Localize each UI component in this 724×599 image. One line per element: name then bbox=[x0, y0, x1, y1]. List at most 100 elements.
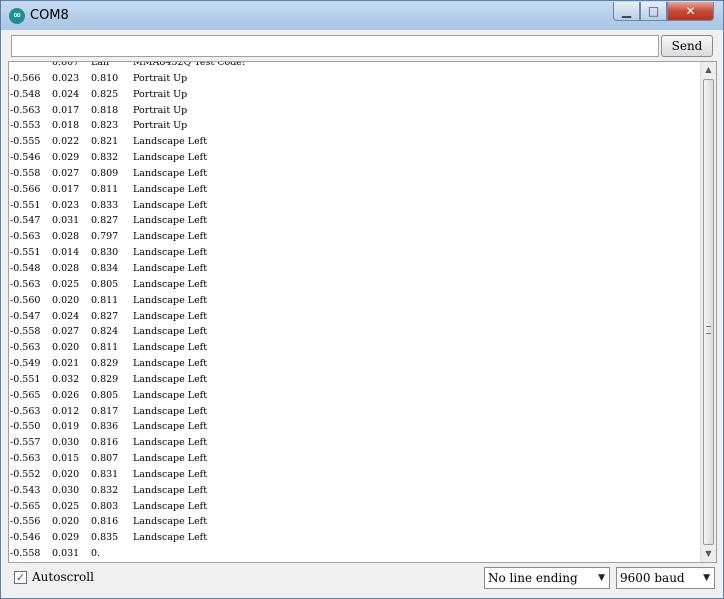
output-cell: -0.543 bbox=[10, 484, 41, 496]
minimize-button[interactable]: ▁ bbox=[613, 2, 640, 21]
output-cell: 0.823 bbox=[91, 120, 119, 132]
serial-output[interactable]: 0.807 Lan MMA8452Q Test Code! -0.566 0.023 0.… bbox=[8, 61, 717, 563]
output-line: -0.558 0.027 0.809 Landscape Left bbox=[10, 166, 700, 182]
output-cell: Landscape Left bbox=[133, 136, 208, 148]
output-cell: Lan bbox=[91, 61, 110, 68]
output-cell: 0.829 bbox=[91, 358, 119, 370]
output-line: -0.543 0.030 0.832 Landscape Left bbox=[10, 483, 700, 499]
output-cell: MMA8452Q Test Code! bbox=[133, 61, 246, 68]
output-cell: -0.566 bbox=[10, 72, 41, 84]
baud-rate-select[interactable]: 9600 baud ▼ bbox=[616, 567, 715, 589]
chevron-down-icon: ▼ bbox=[598, 573, 605, 583]
output-cell: -0.558 bbox=[10, 326, 41, 338]
output-cell: 0.836 bbox=[91, 421, 119, 433]
output-cell: 0.014 bbox=[52, 247, 80, 259]
output-cell: -0.563 bbox=[10, 231, 41, 243]
output-cell: 0.028 bbox=[52, 262, 80, 274]
send-row: Send bbox=[9, 33, 717, 59]
output-line: -0.563 0.012 0.817 Landscape Left bbox=[10, 404, 700, 420]
output-cell: 0.017 bbox=[52, 104, 80, 116]
output-cell: 0.824 bbox=[91, 326, 119, 338]
output-line: -0.548 0.028 0.834 Landscape Left bbox=[10, 261, 700, 277]
output-cell: -0.565 bbox=[10, 389, 41, 401]
scroll-up-icon[interactable]: ▲ bbox=[701, 62, 716, 78]
output-cell: 0.830 bbox=[91, 247, 119, 259]
output-cell: -0.558 bbox=[10, 167, 41, 179]
output-cell: 0.031 bbox=[52, 548, 80, 560]
output-cell: 0.825 bbox=[91, 88, 119, 100]
output-cell: Landscape Left bbox=[133, 183, 208, 195]
output-cell: 0.810 bbox=[91, 72, 119, 84]
output-cell: Landscape Left bbox=[133, 389, 208, 401]
output-cell: 0.827 bbox=[91, 215, 119, 227]
output-line: -0.556 0.020 0.816 Landscape Left bbox=[10, 514, 700, 530]
output-cell: -0.553 bbox=[10, 120, 41, 132]
output-cell: -0.555 bbox=[10, 136, 41, 148]
output-cell: 0.027 bbox=[52, 326, 80, 338]
output-cell: Landscape Left bbox=[133, 231, 208, 243]
output-cell: -0.546 bbox=[10, 532, 41, 544]
vertical-scrollbar[interactable]: ▲ ▼ bbox=[700, 62, 716, 562]
output-line: -0.553 0.018 0.823 Portrait Up bbox=[10, 118, 700, 134]
send-button[interactable]: Send bbox=[661, 35, 713, 57]
title-bar[interactable]: ∞ COM8 ▁ □ ✕ bbox=[1, 1, 723, 30]
output-cell: 0.807 bbox=[91, 453, 119, 465]
baud-rate-value: 9600 baud bbox=[620, 571, 685, 585]
output-line: -0.547 0.031 0.827 Landscape Left bbox=[10, 213, 700, 229]
autoscroll-checkbox[interactable]: ✓ bbox=[14, 571, 27, 584]
close-icon: ✕ bbox=[685, 4, 696, 18]
output-cell: 0.835 bbox=[91, 532, 119, 544]
output-cell: Landscape Left bbox=[133, 199, 208, 211]
output-line: -0.563 0.028 0.797 Landscape Left bbox=[10, 229, 700, 245]
output-cell: 0.020 bbox=[52, 342, 80, 354]
output-cell: 0.807 bbox=[52, 61, 80, 68]
output-cell: 0.024 bbox=[52, 310, 80, 322]
output-line: -0.551 0.014 0.830 Landscape Left bbox=[10, 245, 700, 261]
window-title: COM8 bbox=[30, 8, 69, 23]
autoscroll-label[interactable]: Autoscroll bbox=[32, 570, 94, 584]
output-line: -0.563 0.025 0.805 Landscape Left bbox=[10, 277, 700, 293]
output-cell: -0.565 bbox=[10, 500, 41, 512]
output-line: -0.551 0.023 0.833 Landscape Left bbox=[10, 198, 700, 214]
output-cell: Landscape Left bbox=[133, 358, 208, 370]
output-cell: 0.015 bbox=[52, 453, 80, 465]
output-lines: 0.807 Lan MMA8452Q Test Code! -0.566 0.023 0.… bbox=[10, 61, 700, 562]
output-line: -0.547 0.024 0.827 Landscape Left bbox=[10, 309, 700, 325]
output-cell: 0.805 bbox=[91, 389, 119, 401]
maximize-button[interactable]: □ bbox=[640, 2, 667, 21]
output-cell: 0.025 bbox=[52, 500, 80, 512]
output-cell: 0.019 bbox=[52, 421, 80, 433]
output-line: -0.560 0.020 0.811 Landscape Left bbox=[10, 293, 700, 309]
output-cell: 0.023 bbox=[52, 72, 80, 84]
output-cell: -0.560 bbox=[10, 294, 41, 306]
output-cell: 0.021 bbox=[52, 358, 80, 370]
output-cell: -0.549 bbox=[10, 358, 41, 370]
output-cell: 0.029 bbox=[52, 152, 80, 164]
output-cell: 0.032 bbox=[52, 373, 80, 385]
output-line: -0.555 0.022 0.821 Landscape Left bbox=[10, 134, 700, 150]
chevron-down-icon: ▼ bbox=[703, 573, 710, 583]
close-button[interactable]: ✕ bbox=[667, 2, 714, 21]
output-cell: 0.809 bbox=[91, 167, 119, 179]
output-cell: -0.563 bbox=[10, 104, 41, 116]
output-cell: 0.817 bbox=[91, 405, 119, 417]
output-cell: Portrait Up bbox=[133, 72, 188, 84]
output-cell: 0.029 bbox=[52, 532, 80, 544]
output-cell: 0.797 bbox=[91, 231, 119, 243]
output-cell: 0.028 bbox=[52, 231, 80, 243]
output-cell: Landscape Left bbox=[133, 294, 208, 306]
output-cell: 0.832 bbox=[91, 152, 119, 164]
output-line: 0.807 Lan MMA8452Q Test Code! bbox=[10, 61, 700, 71]
scrollbar-thumb[interactable] bbox=[703, 79, 714, 545]
output-cell: 0.829 bbox=[91, 373, 119, 385]
output-cell: -0.557 bbox=[10, 437, 41, 449]
output-cell: 0.833 bbox=[91, 199, 119, 211]
line-ending-select[interactable]: No line ending ▼ bbox=[484, 567, 610, 589]
output-cell: 0.026 bbox=[52, 389, 80, 401]
output-cell: Landscape Left bbox=[133, 278, 208, 290]
send-input[interactable] bbox=[11, 35, 659, 57]
footer-bar: ✓ Autoscroll No line ending ▼ 9600 baud … bbox=[1, 564, 723, 598]
output-line: -0.565 0.025 0.803 Landscape Left bbox=[10, 499, 700, 515]
scroll-down-icon[interactable]: ▼ bbox=[701, 546, 716, 562]
output-cell: 0.821 bbox=[91, 136, 119, 148]
